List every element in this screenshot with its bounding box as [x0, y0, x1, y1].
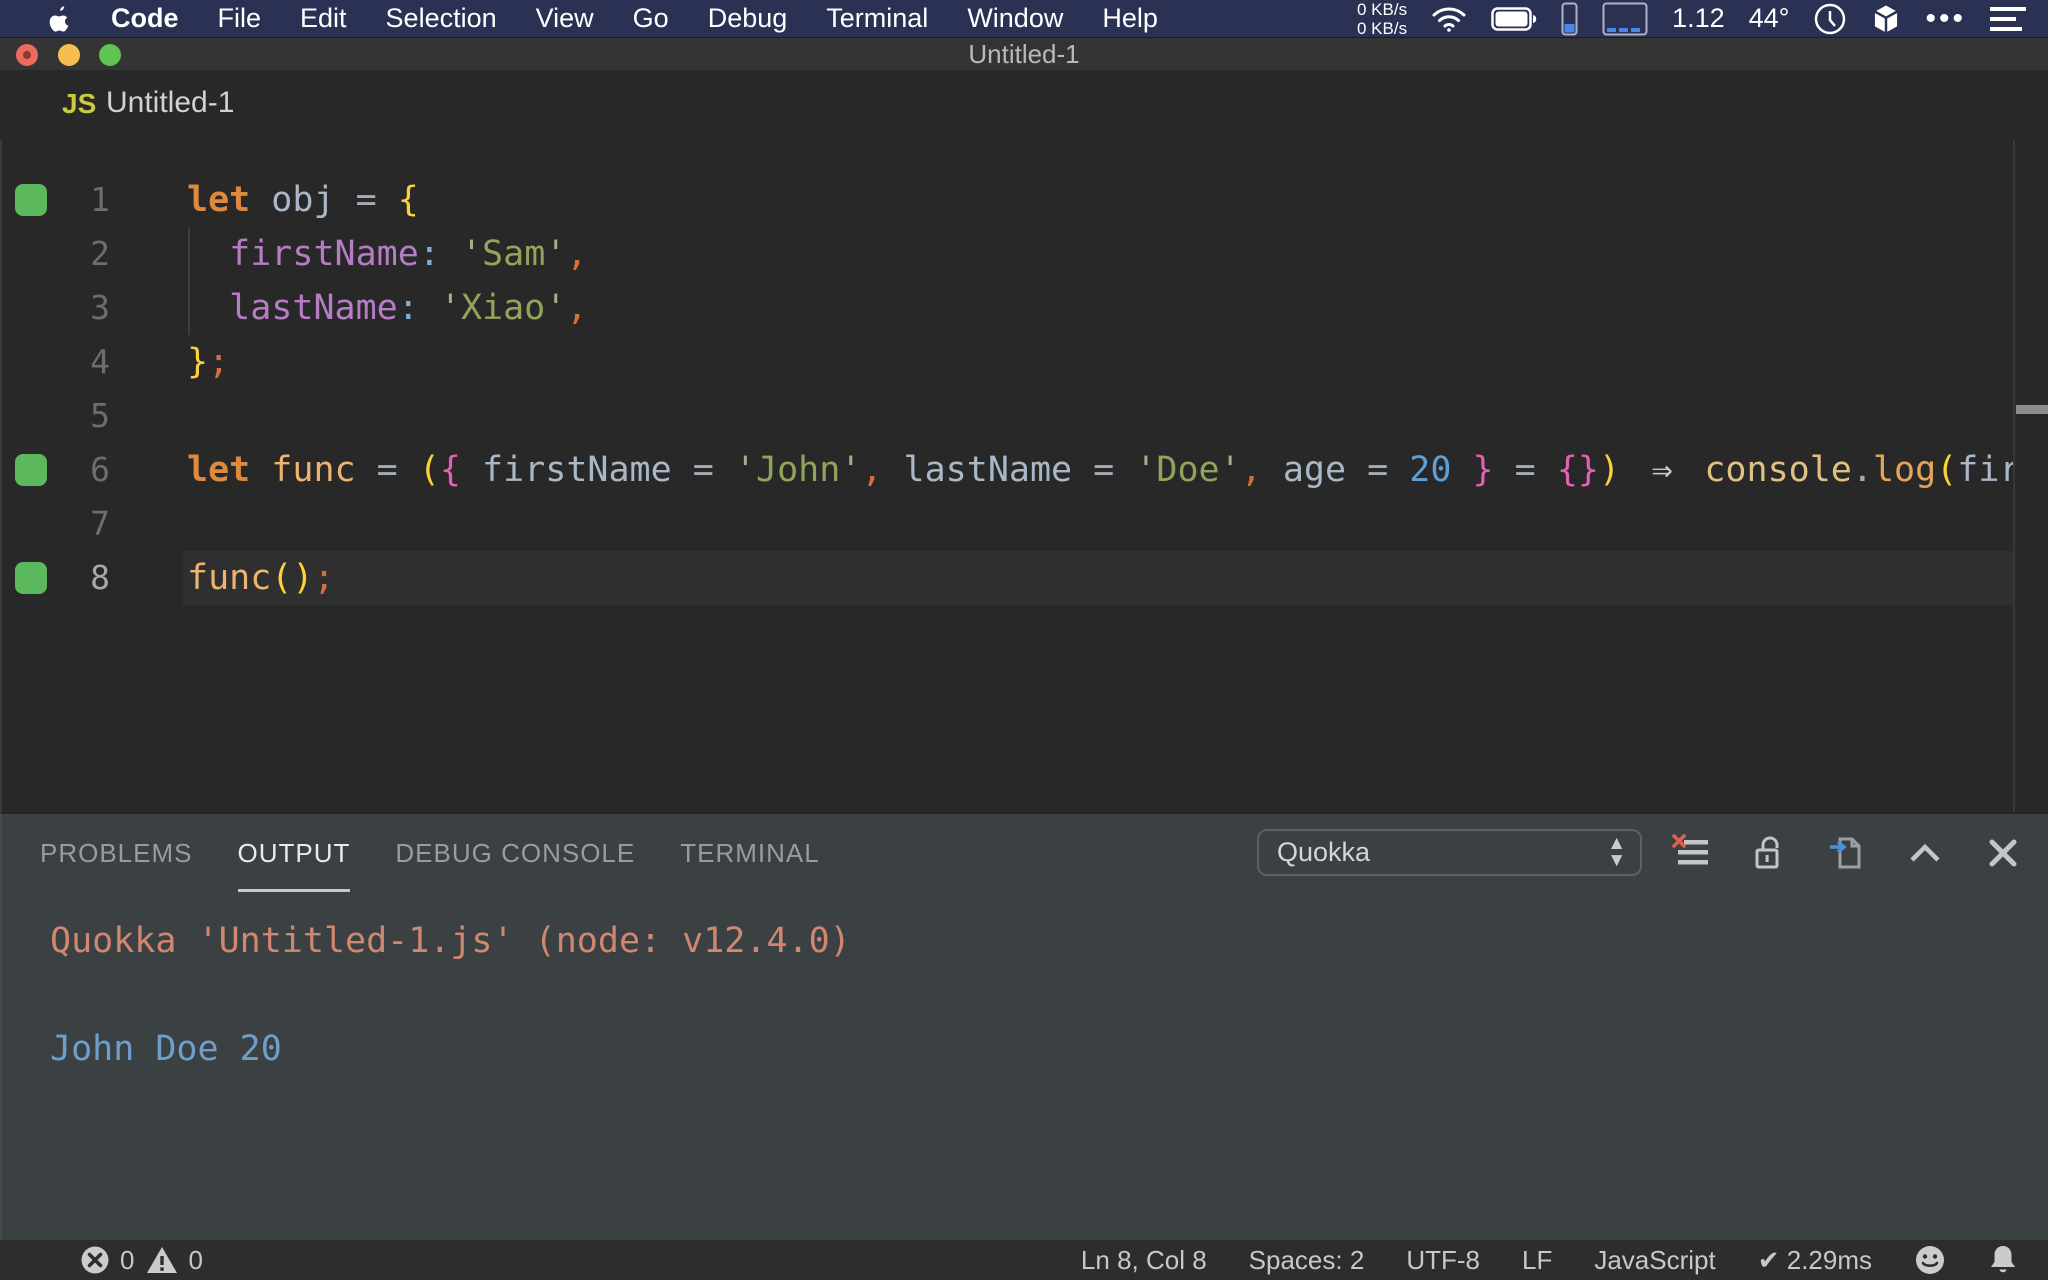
scrollbar-track[interactable] — [2013, 140, 2015, 812]
code-text: let obj = { — [187, 180, 419, 220]
eol[interactable]: LF — [1522, 1245, 1552, 1276]
code-text: let func = ({ firstName = 'John', lastNa… — [187, 450, 2014, 490]
line-number[interactable]: 5 — [32, 389, 110, 443]
line-number[interactable]: 6 — [32, 443, 110, 497]
macos-menu-bar: Code File Edit Selection View Go Debug Terminal… — [0, 0, 2048, 38]
code-text: lastName: 'Xiao', — [229, 288, 588, 328]
zoom-button[interactable] — [99, 44, 121, 66]
menu-item-edit[interactable]: Edit — [300, 3, 347, 34]
vscode-window: Code File Edit Selection View Go Debug Terminal… — [0, 0, 2048, 1280]
output-line: Quokka 'Untitled-1.js' (node: v12.4.0) — [50, 921, 851, 961]
code-line-7[interactable]: 7 — [2, 497, 2048, 551]
menu-item-go[interactable]: Go — [633, 3, 669, 34]
vertical-meter-icon[interactable] — [1561, 2, 1578, 36]
net-up-value: 0 KB/s — [1356, 0, 1408, 19]
clock-icon[interactable] — [1813, 2, 1847, 36]
code-text: }; — [187, 342, 230, 382]
panel-tab-debug-console[interactable]: DEBUG CONSOLE — [395, 817, 635, 892]
panel-tab-terminal[interactable]: TERMINAL — [680, 817, 819, 892]
temperature-value[interactable]: 44° — [1749, 3, 1790, 34]
code-editor[interactable]: 1 let obj = {2 firstName: 'Sam', 3 lastNam… — [0, 140, 2048, 812]
line-number[interactable]: 2 — [32, 227, 110, 281]
menu-bar-status-area: 0 KB/s 0 KB/s 1.12 44° ••• — [1357, 0, 2048, 38]
cube-icon[interactable] — [1871, 3, 1901, 35]
problems-button[interactable]: 0 0 — [0, 1245, 203, 1276]
meter-widget-icon[interactable] — [1602, 2, 1648, 36]
network-throughput[interactable]: 0 KB/s 0 KB/s — [1357, 0, 1407, 38]
battery-icon[interactable] — [1491, 6, 1537, 31]
menu-item-terminal[interactable]: Terminal — [826, 3, 928, 34]
menu-item-selection[interactable]: Selection — [386, 3, 497, 34]
code-line-2[interactable]: 2 firstName: 'Sam', — [2, 227, 2048, 281]
minimize-button[interactable] — [58, 44, 80, 66]
wifi-icon[interactable] — [1431, 5, 1467, 33]
feedback-smiley-button[interactable] — [1914, 1244, 1946, 1276]
close-button[interactable] — [16, 44, 38, 66]
close-panel-button[interactable] — [1984, 834, 2022, 872]
output-line: John Doe 20 — [50, 1029, 282, 1069]
list-menu-icon[interactable] — [1990, 6, 2026, 32]
code-line-8[interactable]: 8 func(); — [2, 551, 2048, 605]
panel-tab-problems[interactable]: PROBLEMS — [40, 817, 193, 892]
output-channel-value: Quokka — [1277, 837, 1371, 867]
code-line-1[interactable]: 1 let obj = { — [2, 173, 2048, 227]
menu-item-help[interactable]: Help — [1102, 3, 1158, 34]
line-number[interactable]: 8 — [32, 551, 110, 605]
code-text: func(); — [187, 558, 335, 598]
javascript-file-icon: JS — [62, 88, 97, 119]
quokka-run-time[interactable]: ✔ 2.29ms — [1758, 1245, 1872, 1276]
status-bar: 0 0 Ln 8, Col 8 Spaces: 2 UTF-8 LF JavaScrip… — [0, 1240, 2048, 1280]
code-line-5[interactable]: 5 — [2, 389, 2048, 443]
menu-item-file[interactable]: File — [218, 3, 262, 34]
code-line-4[interactable]: 4}; — [2, 335, 2048, 389]
cursor-position[interactable]: Ln 8, Col 8 — [1081, 1245, 1207, 1276]
line-number[interactable]: 4 — [32, 335, 110, 389]
warning-icon — [146, 1245, 178, 1275]
output-view[interactable]: Quokka 'Untitled-1.js' (node: v12.4.0) J… — [2, 892, 2048, 1240]
line-number[interactable]: 7 — [32, 497, 110, 551]
warning-count: 0 — [188, 1244, 203, 1275]
maximize-panel-button[interactable] — [1906, 834, 1944, 872]
error-count: 0 — [120, 1244, 135, 1275]
menu-item-view[interactable]: View — [536, 3, 594, 34]
overflow-dots-icon[interactable]: ••• — [1925, 3, 1966, 34]
load-value[interactable]: 1.12 — [1672, 3, 1725, 34]
open-log-file-button[interactable] — [1828, 834, 1866, 872]
language-mode[interactable]: JavaScript — [1594, 1245, 1715, 1276]
error-icon — [80, 1245, 110, 1275]
menu-item-code[interactable]: Code — [111, 3, 179, 34]
window-title-bar: Untitled-1 — [0, 37, 2048, 70]
output-channel-select[interactable]: Quokka ▲ ▼ — [1257, 829, 1642, 876]
menu-item-window[interactable]: Window — [967, 3, 1063, 34]
net-down-value: 0 KB/s — [1356, 18, 1408, 38]
tab-untitled-1[interactable]: Untitled-1 — [106, 86, 234, 120]
window-title: Untitled-1 — [968, 39, 1080, 69]
encoding[interactable]: UTF-8 — [1406, 1245, 1480, 1276]
line-number[interactable]: 3 — [32, 281, 110, 335]
panel-header: PROBLEMS OUTPUT DEBUG CONSOLE TERMINAL Quok… — [2, 814, 2048, 892]
lock-scrolling-button[interactable] — [1750, 834, 1788, 872]
code-line-3[interactable]: 3 lastName: 'Xiao', — [2, 281, 2048, 335]
bottom-panel: PROBLEMS OUTPUT DEBUG CONSOLE TERMINAL Quok… — [0, 812, 2048, 1240]
panel-tab-output[interactable]: OUTPUT — [237, 817, 351, 892]
line-number[interactable]: 1 — [32, 173, 110, 227]
menu-item-debug[interactable]: Debug — [708, 3, 788, 34]
indentation[interactable]: Spaces: 2 — [1249, 1245, 1365, 1276]
clear-output-button[interactable] — [1672, 834, 1710, 872]
scrollbar-mark[interactable] — [2016, 405, 2048, 414]
code-line-6[interactable]: 6 let func = ({ firstName = 'John', lastN… — [2, 443, 2048, 497]
editor-tab-bar: JS Untitled-1 — [0, 70, 2048, 212]
notifications-bell-button[interactable] — [1988, 1244, 2018, 1276]
select-arrows-icon: ▲ ▼ — [1607, 833, 1626, 871]
code-text: firstName: 'Sam', — [229, 234, 588, 274]
apple-menu-icon[interactable] — [48, 5, 72, 33]
